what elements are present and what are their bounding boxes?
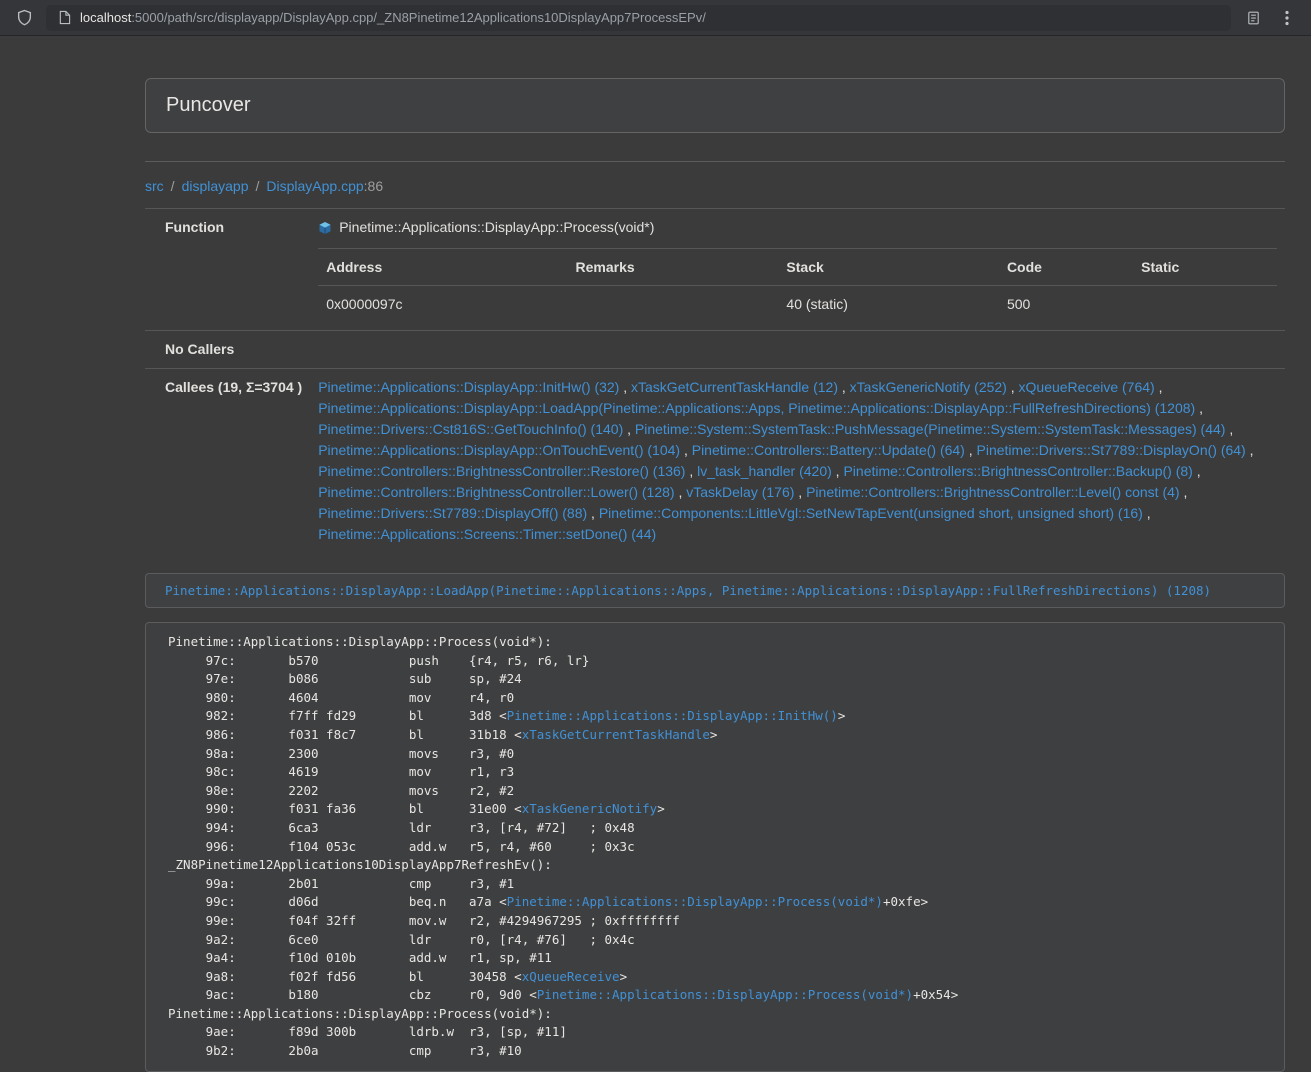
code-value: 500 (999, 286, 1133, 323)
callee-link[interactable]: xTaskGenericNotify (252) (850, 379, 1007, 395)
callee-link[interactable]: Pinetime::Controllers::Battery::Update()… (692, 442, 965, 458)
url-text: localhost:5000/path/src/displayapp/Displ… (80, 10, 706, 25)
address-value: 0x0000097c (318, 286, 567, 323)
symbol-highlight-box: Pinetime::Applications::DisplayApp::Load… (145, 573, 1285, 608)
stack-value: 40 (static) (778, 286, 999, 323)
callees-label: Callees (19, Σ=3704 ) (145, 369, 310, 554)
shield-icon[interactable] (12, 6, 36, 30)
callee-link[interactable]: Pinetime::Applications::DisplayApp::Init… (318, 379, 619, 395)
col-stack: Stack (778, 249, 999, 286)
function-row-label: Function (145, 209, 310, 331)
callee-link[interactable]: Pinetime::Applications::DisplayApp::Load… (318, 400, 1195, 416)
browser-chrome: localhost:5000/path/src/displayapp/Displ… (0, 0, 1311, 36)
breadcrumb: src / displayapp / DisplayApp.cpp:86 (145, 178, 1285, 194)
breadcrumb-file[interactable]: DisplayApp.cpp (266, 178, 363, 194)
divider (145, 161, 1285, 162)
no-callers-row: No Callers (145, 331, 1285, 369)
no-callers-label: No Callers (145, 331, 310, 369)
col-static: Static (1133, 249, 1277, 286)
asm-symbol-link[interactable]: xTaskGenericNotify (522, 801, 657, 816)
page-document-icon (56, 10, 72, 26)
callee-link[interactable]: Pinetime::Controllers::BrightnessControl… (318, 484, 674, 500)
callee-link[interactable]: Pinetime::Applications::Screens::Timer::… (318, 526, 656, 542)
breadcrumb-src[interactable]: src (145, 178, 164, 194)
callee-link[interactable]: Pinetime::Drivers::Cst816S::GetTouchInfo… (318, 421, 623, 437)
breadcrumb-line-number: :86 (364, 178, 383, 194)
callee-link[interactable]: Pinetime::Drivers::St7789::DisplayOn() (… (977, 442, 1246, 458)
details-value-row: 0x0000097c 40 (static) 500 (318, 286, 1277, 323)
function-icon (318, 221, 332, 235)
app-header: Puncover (145, 78, 1285, 133)
function-details-table: Address Remarks Stack Code Static 0x0000… (318, 248, 1277, 322)
callee-link[interactable]: Pinetime::Controllers::BrightnessControl… (843, 463, 1192, 479)
static-value (1133, 286, 1277, 323)
callee-link[interactable]: Pinetime::Controllers::BrightnessControl… (318, 463, 685, 479)
callee-link[interactable]: xTaskGetCurrentTaskHandle (12) (631, 379, 838, 395)
details-header-row: Address Remarks Stack Code Static (318, 249, 1277, 286)
callees-row: Callees (19, Σ=3704 ) Pinetime::Applicat… (145, 369, 1285, 554)
breadcrumb-displayapp[interactable]: displayapp (182, 178, 249, 194)
highlighted-symbol-link[interactable]: Pinetime::Applications::DisplayApp::Load… (165, 583, 1211, 598)
callees-list: Pinetime::Applications::DisplayApp::Init… (318, 377, 1277, 545)
callee-link[interactable]: vTaskDelay (176) (686, 484, 794, 500)
function-table: Function Pinetime::Applications::Display… (145, 208, 1285, 553)
remarks-value (568, 286, 779, 323)
url-bar[interactable]: localhost:5000/path/src/displayapp/Displ… (46, 5, 1231, 31)
callee-link[interactable]: Pinetime::Components::LittleVgl::SetNewT… (599, 505, 1143, 521)
disassembly-block: Pinetime::Applications::DisplayApp::Proc… (145, 622, 1285, 1072)
asm-symbol-link[interactable]: Pinetime::Applications::DisplayApp::Init… (507, 708, 838, 723)
main-content: Puncover src / displayapp / DisplayApp.cpp:8… (145, 78, 1285, 1072)
callee-link[interactable]: xQueueReceive (764) (1019, 379, 1155, 395)
callee-link[interactable]: Pinetime::Drivers::St7789::DisplayOff() … (318, 505, 587, 521)
breadcrumb-separator: / (256, 178, 260, 194)
reader-view-icon[interactable] (1241, 6, 1265, 30)
shield-icon-svg (16, 9, 33, 26)
asm-symbol-link[interactable]: xTaskGetCurrentTaskHandle (522, 727, 710, 742)
url-path: :5000/path/src/displayapp/DisplayApp.cpp… (131, 10, 706, 25)
url-host: localhost (80, 10, 131, 25)
asm-symbol-link[interactable]: Pinetime::Applications::DisplayApp::Proc… (507, 894, 883, 909)
breadcrumb-separator: / (171, 178, 175, 194)
function-signature: Pinetime::Applications::DisplayApp::Proc… (339, 217, 654, 238)
function-name-line: Pinetime::Applications::DisplayApp::Proc… (318, 217, 1277, 238)
kebab-menu-icon[interactable] (1275, 6, 1299, 30)
callee-link[interactable]: Pinetime::Applications::DisplayApp::OnTo… (318, 442, 680, 458)
asm-symbol-link[interactable]: xQueueReceive (522, 969, 620, 984)
callee-link[interactable]: Pinetime::Controllers::BrightnessControl… (806, 484, 1179, 500)
page-title: Puncover (166, 94, 251, 116)
callee-link[interactable]: Pinetime::System::SystemTask::PushMessag… (635, 421, 1226, 437)
col-address: Address (318, 249, 567, 286)
callee-link[interactable]: lv_task_handler (420) (697, 463, 832, 479)
function-row: Function Pinetime::Applications::Display… (145, 209, 1285, 331)
col-remarks: Remarks (568, 249, 779, 286)
col-code: Code (999, 249, 1133, 286)
asm-symbol-link[interactable]: Pinetime::Applications::DisplayApp::Proc… (537, 987, 913, 1002)
